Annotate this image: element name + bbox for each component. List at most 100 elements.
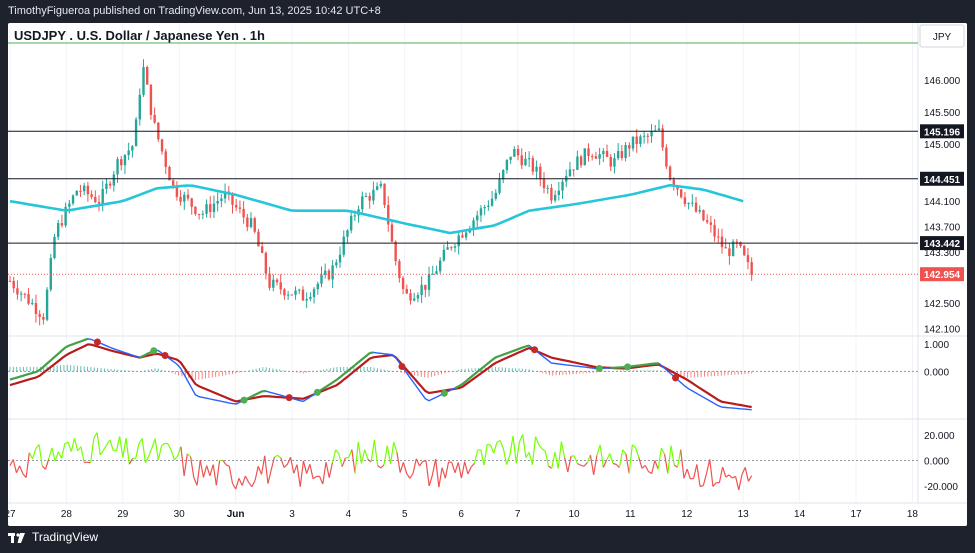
candle-body	[305, 298, 308, 301]
price-axis-tick: 143.700	[924, 223, 961, 234]
currency-badge: JPY	[919, 24, 965, 48]
chart-canvas[interactable]: JPY145.196144.451143.442142.954146.00014…	[8, 23, 967, 526]
candle-body	[68, 203, 71, 207]
candle-body	[520, 155, 523, 166]
momentum-axis-tick: -20.000	[924, 482, 958, 493]
candle-body	[502, 170, 505, 180]
candle-body	[694, 202, 698, 212]
candle-body	[628, 145, 631, 149]
candle-body	[409, 293, 412, 301]
candle-body	[435, 271, 438, 274]
candle-body	[472, 220, 475, 229]
candle-body	[364, 196, 368, 198]
candle	[49, 254, 52, 292]
cross-up-marker	[150, 347, 158, 355]
candle-body	[212, 203, 216, 213]
candle-body	[746, 255, 750, 263]
time-axis-tick: 6	[458, 509, 464, 520]
candle-body	[579, 156, 583, 166]
candle	[383, 183, 386, 209]
time-axis-tick: 7	[515, 509, 521, 520]
momentum-segment	[487, 443, 491, 446]
candle-body	[702, 210, 705, 221]
candle-body	[657, 128, 661, 131]
candle-body	[12, 280, 15, 289]
candle-body	[527, 158, 531, 160]
candle-body	[665, 147, 668, 167]
candle-body	[190, 198, 193, 207]
candle-body	[591, 156, 594, 158]
candle-body	[138, 94, 141, 120]
candle-body	[23, 293, 27, 295]
candle-body	[45, 289, 49, 320]
candle-body	[149, 84, 153, 115]
candle-body	[186, 194, 190, 199]
candle-body	[253, 218, 256, 232]
chart-panel[interactable]: JPY 145.196 144.451 143.442 142.954 146.000 14…	[8, 23, 967, 526]
candle-body	[398, 261, 401, 278]
candle-body	[264, 252, 268, 274]
candle-body	[461, 235, 464, 238]
candle-body	[146, 67, 149, 85]
candle-body	[375, 186, 379, 190]
time-axis-tick: 17	[850, 509, 862, 520]
candle-body	[587, 148, 590, 157]
price-axis-tick: 142.100	[924, 325, 961, 336]
candle-body	[338, 254, 342, 263]
candle-body	[446, 247, 449, 250]
candle-body	[401, 277, 405, 289]
candle-body	[394, 241, 397, 262]
time-axis-tick: 27	[8, 509, 16, 520]
candle-body	[743, 245, 746, 256]
candle-body	[342, 236, 345, 255]
candle-body	[687, 203, 690, 205]
candle-body	[283, 289, 286, 296]
candle-body	[631, 136, 635, 149]
candle-body	[450, 247, 453, 249]
candle-body	[108, 183, 112, 186]
candle-body	[390, 224, 394, 242]
candle-body	[53, 236, 56, 259]
candle-body	[160, 139, 164, 152]
candle-body	[42, 316, 45, 320]
momentum-segment	[699, 485, 704, 488]
cross-up-marker	[440, 389, 448, 397]
cross-up-marker	[240, 396, 248, 404]
candle-body	[524, 158, 527, 166]
time-axis-tick: 14	[794, 509, 806, 520]
candle-body	[71, 195, 75, 204]
candle-body	[19, 293, 23, 295]
candle-body	[90, 194, 93, 197]
candle-body	[112, 174, 116, 186]
time-axis-tick: 12	[681, 509, 693, 520]
candle-body	[635, 136, 638, 145]
cross-up-marker	[313, 388, 321, 396]
publisher-banner: TimothyFigueroa published on TradingView…	[8, 5, 381, 17]
candle-body	[642, 135, 646, 137]
candle-body	[602, 150, 605, 155]
candle-body	[531, 158, 535, 172]
candle-body	[320, 274, 323, 284]
candle-body	[498, 179, 501, 193]
candle-body	[238, 207, 242, 209]
candle-body	[57, 223, 60, 237]
candle-body	[691, 202, 694, 204]
candle-body	[424, 284, 427, 290]
candle-body	[698, 210, 701, 212]
candle-body	[464, 232, 468, 238]
candle-body	[97, 202, 101, 204]
time-axis-tick: 5	[402, 509, 408, 520]
candle-body	[353, 215, 357, 217]
candle-body	[416, 295, 420, 299]
candle	[731, 239, 735, 257]
candle-body	[86, 185, 90, 195]
candle-body	[31, 303, 34, 305]
momentum-axis-tick: 0.000	[924, 457, 949, 468]
candle-body	[260, 246, 264, 253]
candle-body	[750, 262, 753, 275]
candle-body	[568, 169, 572, 177]
price-axis-tick: 142.500	[924, 299, 961, 310]
candle-body	[509, 156, 512, 160]
candle-body	[639, 136, 642, 145]
candle-body	[346, 230, 349, 237]
